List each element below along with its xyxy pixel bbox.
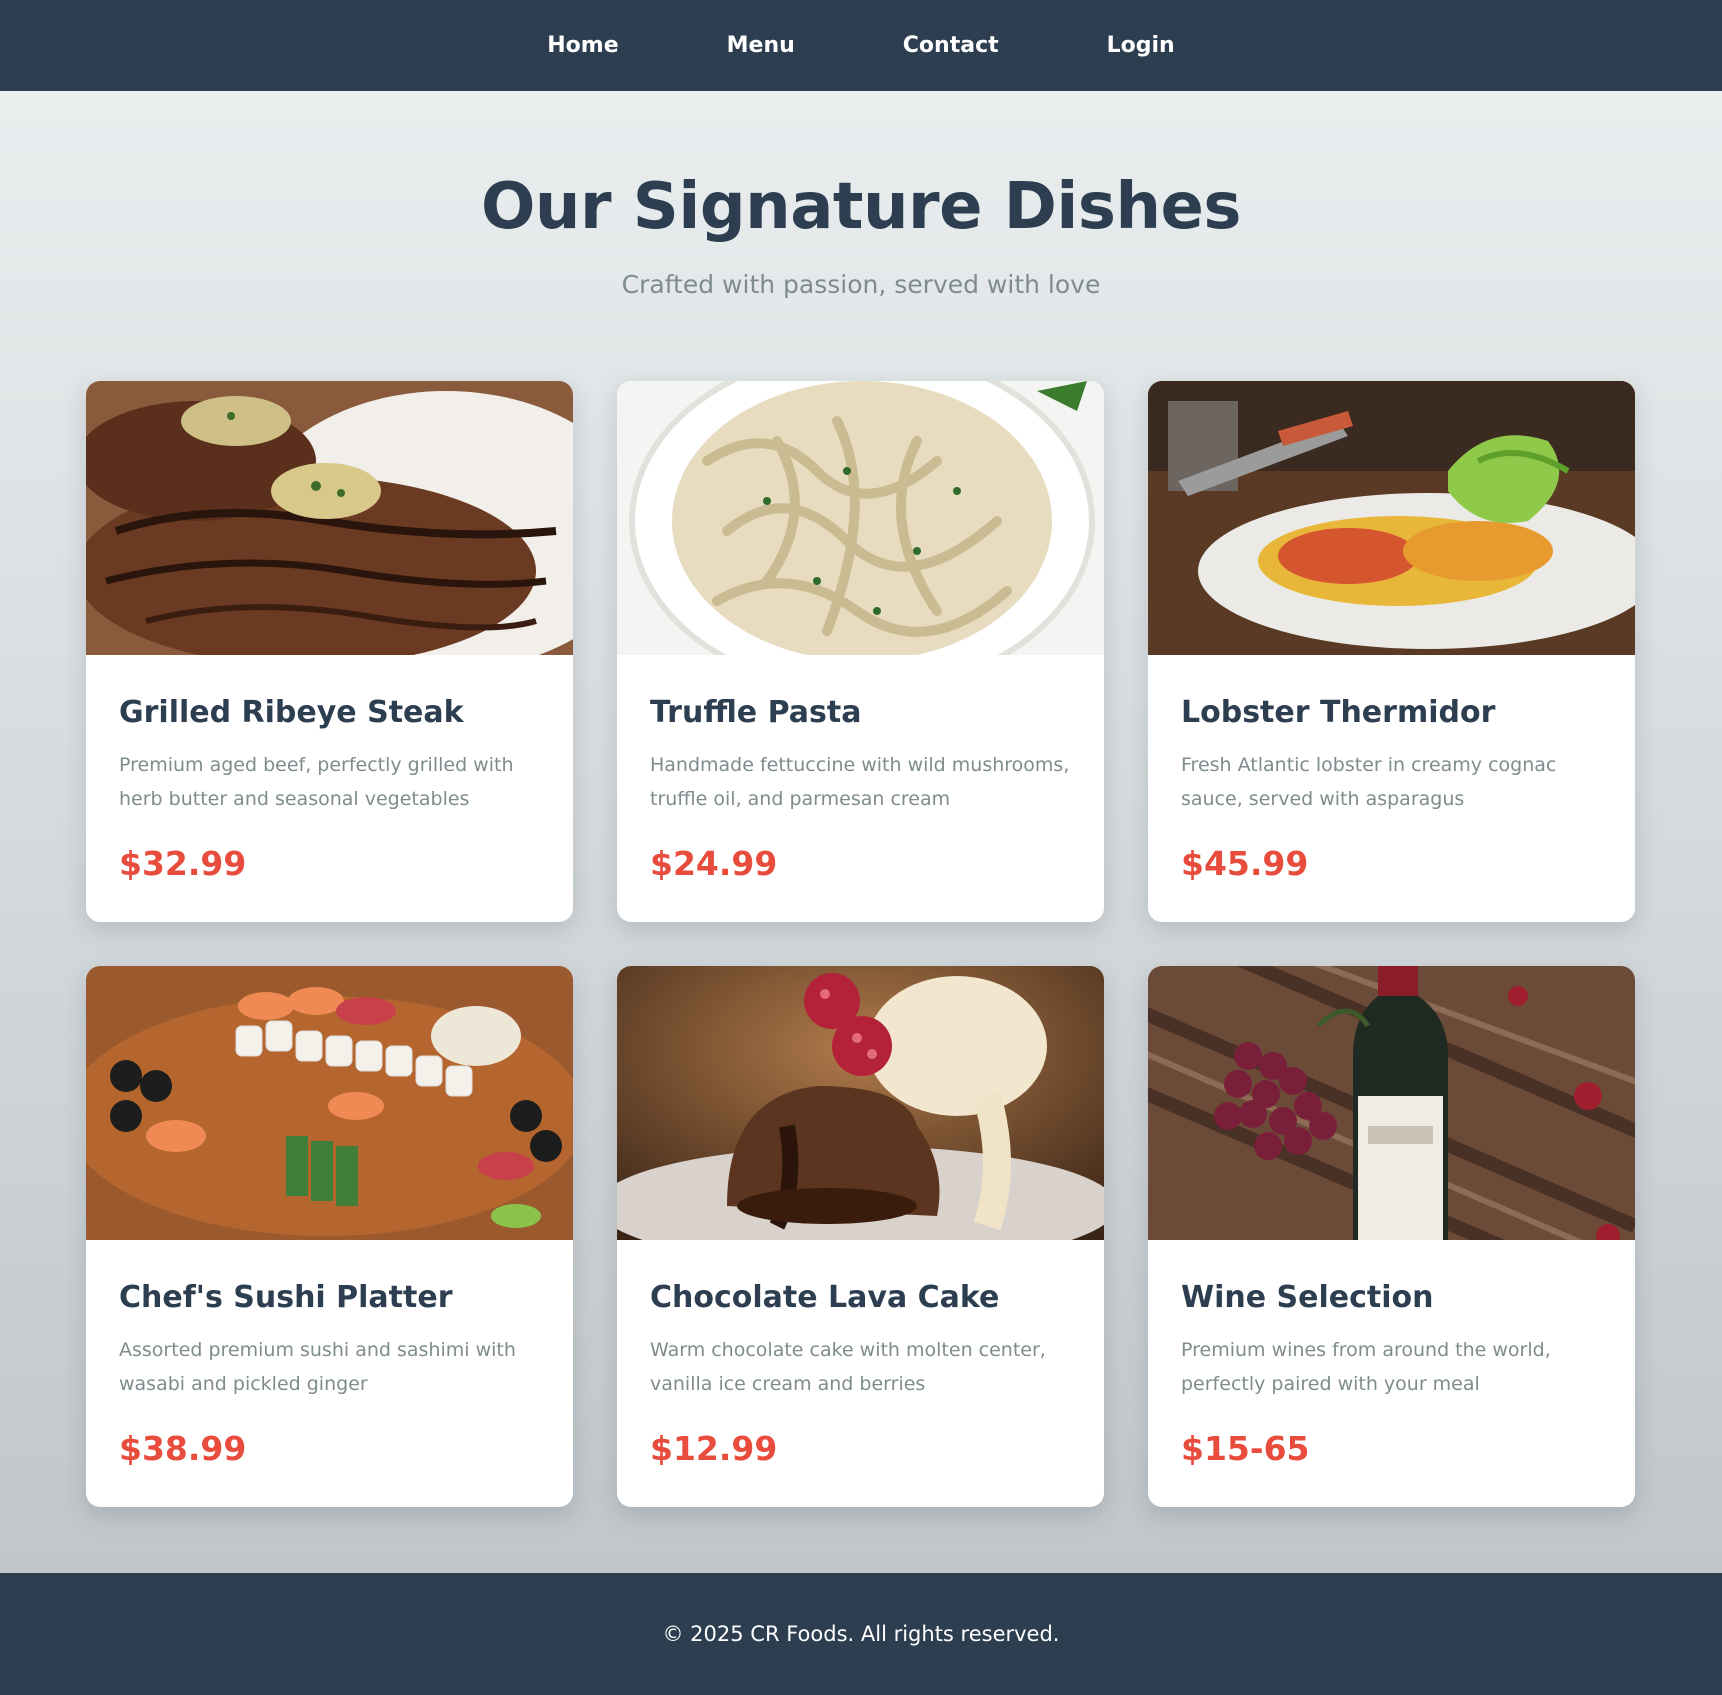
card-body: Wine Selection Premium wines from around… <box>1148 1240 1635 1468</box>
card-body: Truffle Pasta Handmade fettuccine with w… <box>617 655 1104 883</box>
page-footer: © 2025 CR Foods. All rights reserved. <box>0 1573 1722 1695</box>
dish-price: $38.99 <box>119 1429 247 1468</box>
dish-price: $12.99 <box>650 1429 778 1468</box>
dish-card-ribeye[interactable]: Grilled Ribeye Steak Premium aged beef, … <box>86 381 573 922</box>
steak-photo <box>86 381 573 655</box>
dish-title: Grilled Ribeye Steak <box>119 695 464 730</box>
dish-title: Truffle Pasta <box>650 695 862 730</box>
nav-link-login[interactable]: Login <box>1107 33 1175 58</box>
copyright-text: © 2025 CR Foods. All rights reserved. <box>662 1622 1060 1646</box>
dish-card-chocolate-lava-cake[interactable]: Chocolate Lava Cake Warm chocolate cake … <box>617 966 1104 1507</box>
lava-cake-photo <box>617 966 1104 1240</box>
dish-description: Handmade fettuccine with wild mushrooms,… <box>650 754 1070 810</box>
dish-price: $45.99 <box>1181 844 1309 883</box>
page-title: Our Signature Dishes <box>480 170 1242 244</box>
dish-card-wine-selection[interactable]: Wine Selection Premium wines from around… <box>1148 966 1635 1507</box>
dish-price: $32.99 <box>119 844 247 883</box>
sushi-photo <box>86 966 573 1240</box>
dish-description: Fresh Atlantic lobster in creamy cognac … <box>1181 754 1557 810</box>
hero-section: Our Signature Dishes Crafted with passio… <box>0 170 1722 299</box>
lobster-photo <box>1148 381 1635 655</box>
card-body: Chef's Sushi Platter Assorted premium su… <box>86 1240 573 1468</box>
top-navbar: Home Menu Contact Login <box>0 0 1722 91</box>
card-body: Grilled Ribeye Steak Premium aged beef, … <box>86 655 573 883</box>
dish-title: Lobster Thermidor <box>1181 695 1496 730</box>
dish-description: Premium wines from around the world, per… <box>1181 1339 1551 1395</box>
pasta-photo <box>617 381 1104 655</box>
dish-price: $24.99 <box>650 844 778 883</box>
wine-photo <box>1148 966 1635 1240</box>
dish-card-lobster-thermidor[interactable]: Lobster Thermidor Fresh Atlantic lobster… <box>1148 381 1635 922</box>
card-body: Lobster Thermidor Fresh Atlantic lobster… <box>1148 655 1635 883</box>
dish-title: Chocolate Lava Cake <box>650 1280 1000 1315</box>
dish-card-sushi-platter[interactable]: Chef's Sushi Platter Assorted premium su… <box>86 966 573 1507</box>
page-subtitle: Crafted with passion, served with love <box>621 270 1101 299</box>
dish-grid: Grilled Ribeye Steak Premium aged beef, … <box>86 381 1636 1507</box>
dish-description: Assorted premium sushi and sashimi with … <box>119 1339 516 1395</box>
nav-link-home[interactable]: Home <box>547 33 618 58</box>
dish-price: $15-65 <box>1181 1429 1310 1468</box>
nav-link-menu[interactable]: Menu <box>727 33 795 58</box>
dish-card-truffle-pasta[interactable]: Truffle Pasta Handmade fettuccine with w… <box>617 381 1104 922</box>
dish-title: Chef's Sushi Platter <box>119 1280 453 1315</box>
dish-title: Wine Selection <box>1181 1280 1434 1315</box>
card-body: Chocolate Lava Cake Warm chocolate cake … <box>617 1240 1104 1468</box>
nav-link-contact[interactable]: Contact <box>903 33 999 58</box>
dish-description: Premium aged beef, perfectly grilled wit… <box>119 754 514 810</box>
dish-description: Warm chocolate cake with molten center, … <box>650 1339 1046 1395</box>
